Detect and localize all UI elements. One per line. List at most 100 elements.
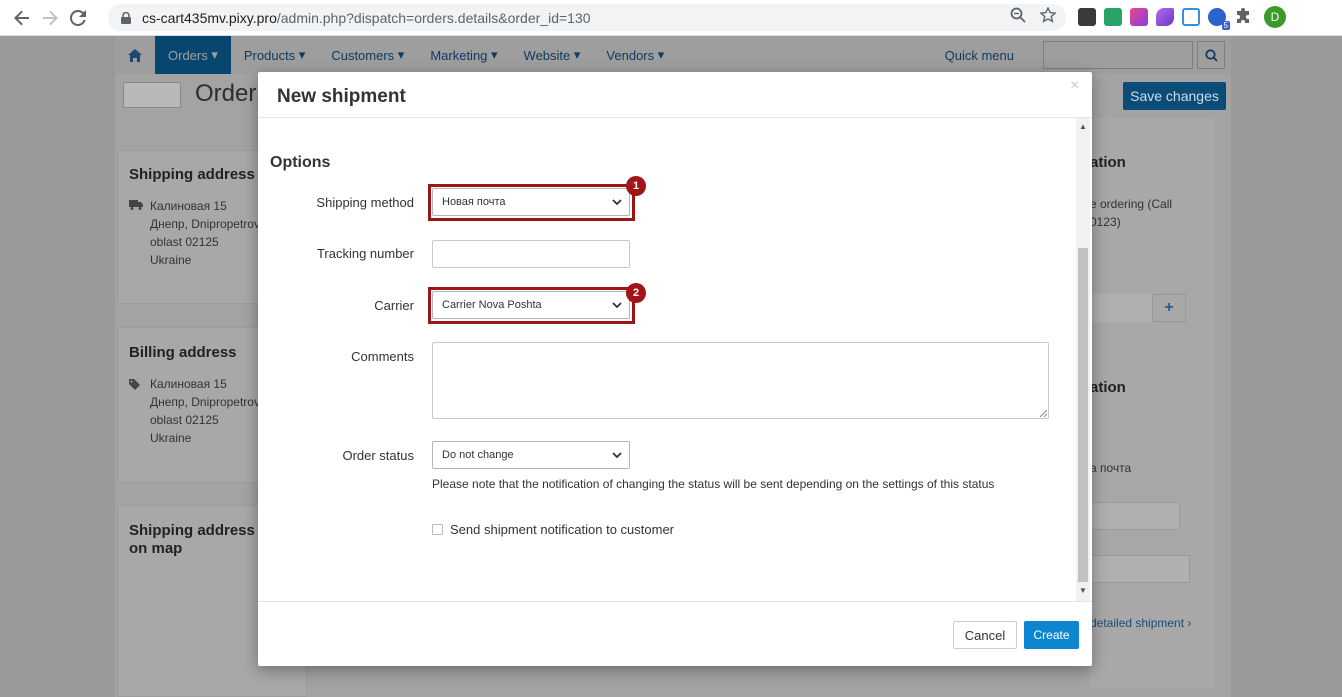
resize-handle-icon[interactable] xyxy=(1039,409,1047,417)
search-icon[interactable] xyxy=(1197,41,1225,69)
right-heading: ation xyxy=(1090,154,1126,171)
shipping-method-label: Shipping method xyxy=(316,195,414,210)
nav-label: Products xyxy=(243,47,296,63)
url-host: cs-cart435mv.pixy.pro xyxy=(142,9,277,26)
nav-label: Website xyxy=(523,47,571,63)
back-arrow-icon[interactable] xyxy=(8,4,36,32)
address-line: oblast 02125 xyxy=(150,235,219,249)
quick-menu-link[interactable]: Quick menu xyxy=(932,36,1027,74)
right-select[interactable] xyxy=(1090,555,1190,583)
se-extension-icon[interactable] xyxy=(1078,8,1096,26)
home-icon[interactable] xyxy=(115,36,155,74)
detailed-shipment-link[interactable]: detailed shipment › xyxy=(1090,616,1191,630)
right-text: e ordering (Call 0123) xyxy=(1090,195,1172,231)
right-text-line: e ordering (Call xyxy=(1090,197,1173,211)
color-extension-icon[interactable] xyxy=(1130,8,1148,26)
nav-marketing[interactable]: Marketing ▾ xyxy=(417,36,510,74)
nav-customers[interactable]: Customers ▾ xyxy=(318,36,417,74)
close-icon[interactable]: × xyxy=(1070,77,1079,95)
notify-customer-row[interactable]: Send shipment notification to customer xyxy=(432,522,674,537)
bookmark-star-icon[interactable] xyxy=(1039,6,1057,26)
image-extension-icon[interactable] xyxy=(1182,8,1200,26)
nav-orders[interactable]: Orders ▾ xyxy=(155,36,231,74)
right-text-line: а почта xyxy=(1090,461,1132,475)
nav-label: Customers xyxy=(331,47,395,63)
puzzle-extensions-icon[interactable] xyxy=(1234,8,1252,26)
create-button[interactable]: Create xyxy=(1024,621,1079,649)
scroll-thumb[interactable] xyxy=(1078,248,1088,582)
shipping-address-title: Shipping address xyxy=(129,166,255,183)
nav-vendors[interactable]: Vendors ▾ xyxy=(593,36,677,74)
plus-icon[interactable]: + xyxy=(1152,294,1186,322)
new-shipment-modal: New shipment × Options Shipping method Н… xyxy=(258,72,1092,666)
link-label: detailed shipment xyxy=(1090,616,1185,630)
back-button[interactable] xyxy=(123,82,181,108)
comments-textarea[interactable] xyxy=(432,342,1049,419)
nav-label: Vendors xyxy=(606,47,655,63)
address-line: Калиновая 15 xyxy=(150,377,227,391)
address-line: Калиновая 15 xyxy=(150,199,227,213)
forward-arrow-icon[interactable] xyxy=(36,4,64,32)
zoom-icon[interactable] xyxy=(1010,7,1026,26)
pen-extension-icon[interactable] xyxy=(1156,8,1174,26)
highlight-box xyxy=(428,184,635,221)
admin-search-input[interactable] xyxy=(1043,41,1193,69)
order-status-label: Order status xyxy=(342,448,414,463)
nav-label: Orders xyxy=(168,47,208,63)
nav-label: Marketing xyxy=(430,47,488,63)
browser-toolbar: cs-cart435mv.pixy.pro/admin.php?dispatch… xyxy=(0,0,1342,36)
highlight-box xyxy=(428,287,635,324)
url-text: cs-cart435mv.pixy.pro/admin.php?dispatch… xyxy=(142,10,591,26)
page-title: Order xyxy=(195,80,257,107)
right-heading: ation xyxy=(1090,379,1126,396)
save-changes-button[interactable]: Save changes xyxy=(1123,82,1226,110)
billing-address-title: Billing address xyxy=(129,344,237,361)
step-badge: 1 xyxy=(626,176,646,196)
right-input[interactable] xyxy=(1090,502,1180,530)
map-card-title: Shipping address on map xyxy=(129,522,255,558)
address-line: Днепр, Dnipropetrov xyxy=(150,217,260,231)
tag-icon xyxy=(129,378,140,393)
chevron-down-icon xyxy=(612,452,622,459)
nav-products[interactable]: Products ▾ xyxy=(231,36,318,74)
notify-customer-label: Send shipment notification to customer xyxy=(450,522,675,537)
truck-icon xyxy=(129,200,143,213)
mail-extension-icon[interactable] xyxy=(1104,8,1122,26)
right-text-line: 0123) xyxy=(1090,215,1121,229)
right-input[interactable] xyxy=(1090,294,1152,322)
admin-top-nav: Orders ▾ Products ▾ Customers ▾ Marketin… xyxy=(115,36,1231,74)
comments-label: Comments xyxy=(351,349,414,364)
gear-extension-icon[interactable]: 5 xyxy=(1208,8,1230,30)
tracking-number-input[interactable] xyxy=(432,240,630,268)
order-status-value: Do not change xyxy=(442,449,514,461)
reload-icon[interactable] xyxy=(64,4,92,32)
order-status-note: Please note that the notification of cha… xyxy=(432,477,995,491)
right-panel: ation e ordering (Call 0123) + ation а п… xyxy=(1090,118,1214,688)
step-badge: 2 xyxy=(626,283,646,303)
profile-avatar[interactable]: D xyxy=(1264,6,1286,28)
lock-icon xyxy=(120,11,132,24)
address-line: oblast 02125 xyxy=(150,413,219,427)
modal-footer: Cancel Create xyxy=(258,601,1092,666)
tracking-number-label: Tracking number xyxy=(316,246,414,261)
address-line: Ukraine xyxy=(150,253,192,267)
address-line: Ukraine xyxy=(150,431,192,445)
address-bar[interactable]: cs-cart435mv.pixy.pro/admin.php?dispatch… xyxy=(108,4,1066,31)
scroll-down-icon[interactable]: ▼ xyxy=(1079,586,1087,595)
options-heading: Options xyxy=(270,154,331,171)
address-line: Днепр, Dnipropetrov xyxy=(150,395,260,409)
cancel-button[interactable]: Cancel xyxy=(953,621,1017,649)
url-path: /admin.php?dispatch=orders.details&order… xyxy=(276,9,591,26)
nav-website[interactable]: Website ▾ xyxy=(511,36,594,74)
modal-title: New shipment xyxy=(277,86,406,107)
map-title-line: Shipping address xyxy=(129,522,255,539)
map-title-line: on map xyxy=(129,540,183,557)
scroll-up-icon[interactable]: ▲ xyxy=(1079,122,1087,131)
order-status-select[interactable]: Do not change xyxy=(432,441,630,469)
carrier-label: Carrier xyxy=(374,298,414,313)
modal-body: Options Shipping method Новая почта 1 Tr… xyxy=(258,118,1092,601)
extension-badge: 5 xyxy=(1221,21,1230,30)
notify-customer-checkbox[interactable] xyxy=(432,524,443,535)
modal-header: New shipment × xyxy=(258,72,1092,118)
modal-scrollbar[interactable]: ▲ ▼ xyxy=(1076,118,1090,601)
